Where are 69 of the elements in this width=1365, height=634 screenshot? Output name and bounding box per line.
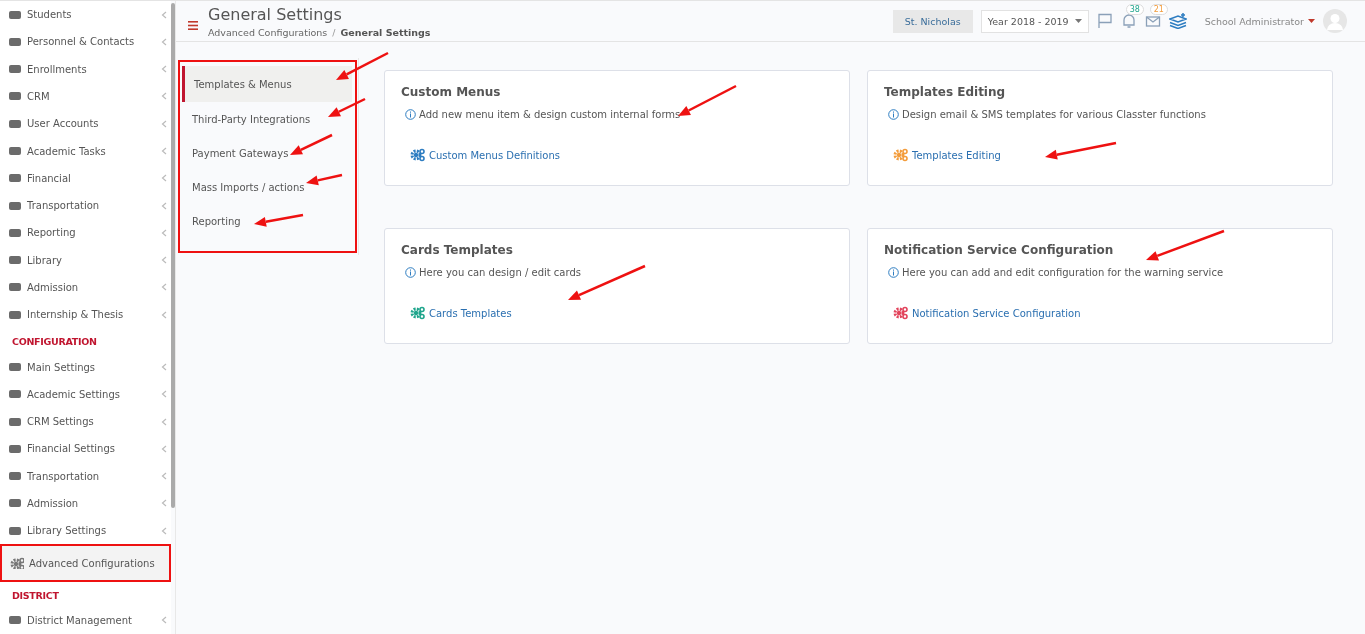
breadcrumb-current: General Settings [340, 26, 431, 38]
submenu-item[interactable]: Reporting [182, 204, 352, 238]
breadcrumb-separator: / [332, 26, 336, 38]
card-title: Templates Editing [884, 85, 1007, 99]
caret-icon [1308, 19, 1315, 23]
card-title: Notification Service Configuration [884, 243, 1115, 257]
info-icon [888, 109, 899, 120]
sidebar-item[interactable]: Main Settings [0, 353, 171, 381]
sidebar-item[interactable]: Internship & Thesis [0, 301, 171, 329]
card-description: Add new menu item & design custom internal forms [419, 109, 681, 120]
caret-icon [1074, 19, 1082, 23]
sidebar-item[interactable]: Library [0, 246, 171, 274]
scrollbar[interactable] [171, 3, 175, 508]
count-badge: 38 [1125, 4, 1144, 15]
page-title: General Settings [208, 4, 343, 24]
user-menu[interactable]: School Administrator [1194, 15, 1315, 27]
annotation-arrow [1045, 141, 1117, 160]
sidebar-item[interactable]: District Management [0, 606, 171, 634]
submenu-item[interactable]: Third-Party Integrations [182, 102, 352, 136]
school-button[interactable]: St. Nicholas [892, 9, 973, 33]
card-title: Custom Menus [401, 85, 502, 99]
card-description: Design email & SMS templates for various Classter functions [902, 109, 1206, 120]
annotation-arrow [328, 97, 366, 117]
envelope-icon[interactable] [1144, 13, 1161, 29]
sidebar-item[interactable]: Academic Settings [0, 380, 171, 408]
section-heading: CONFIGURATION [11, 335, 98, 350]
section-heading: DISTRICT [11, 588, 60, 603]
sidebar-item[interactable]: Admission [0, 489, 171, 518]
info-icon [405, 109, 416, 120]
sidebar-item[interactable]: Transportation [0, 191, 171, 220]
sidebar-item[interactable]: Transportation [0, 462, 171, 490]
sidebar-item[interactable]: CRM Settings [0, 407, 171, 436]
sidebar-item[interactable]: CRM [0, 82, 171, 111]
card-link[interactable]: Custom Menus Definitions [429, 149, 560, 161]
annotation-arrow [678, 84, 737, 116]
sidebar-item[interactable]: Students [0, 1, 171, 29]
info-icon [405, 267, 416, 278]
sidebar-item[interactable]: Personnel & Contacts [0, 28, 171, 56]
annotation-arrow [336, 51, 389, 80]
card-link[interactable]: Cards Templates [429, 307, 512, 319]
submenu-item[interactable]: Payment Gateways [182, 136, 352, 170]
card-title: Cards Templates [401, 243, 514, 257]
sidebar-item[interactable]: User Accounts [0, 110, 171, 138]
sidebar-item[interactable]: Reporting [0, 219, 171, 247]
avatar-icon [1323, 9, 1347, 33]
sidebar-item[interactable]: Financial Settings [0, 435, 171, 463]
annotation-arrow [306, 173, 343, 186]
sidebar-item[interactable]: Advanced Configurations [0, 544, 171, 582]
submenu-item[interactable]: Mass Imports / actions [182, 170, 352, 204]
submenu-item[interactable]: Templates & Menus [182, 66, 352, 102]
count-badge: 21 [1149, 4, 1168, 15]
annotation-arrow [290, 133, 333, 155]
stack-icon[interactable] [1168, 13, 1187, 29]
sidebar-item[interactable]: Library Settings [0, 517, 171, 545]
card-description: Here you can design / edit cards [419, 267, 581, 278]
breadcrumb-link[interactable]: Advanced Configurations [208, 26, 328, 38]
sidebar-item[interactable]: Enrollments [0, 55, 171, 83]
info-icon [888, 267, 899, 278]
sidebar-item[interactable]: Academic Tasks [0, 137, 171, 165]
card-description: Here you can add and edit configuration for the warning service [902, 267, 1224, 278]
sidebar-item[interactable]: Admission [0, 273, 171, 302]
bell-icon[interactable] [1120, 13, 1137, 29]
year-dropdown[interactable]: Year 2018 - 2019 [980, 9, 1089, 33]
sidebar-item[interactable]: Financial [0, 164, 171, 192]
gear-icon [10, 557, 24, 570]
annotation-arrow [254, 213, 304, 227]
card-link[interactable]: Templates Editing [912, 149, 1001, 161]
card-link[interactable]: Notification Service Configuration [912, 307, 1081, 319]
flag-icon[interactable] [1096, 13, 1113, 29]
